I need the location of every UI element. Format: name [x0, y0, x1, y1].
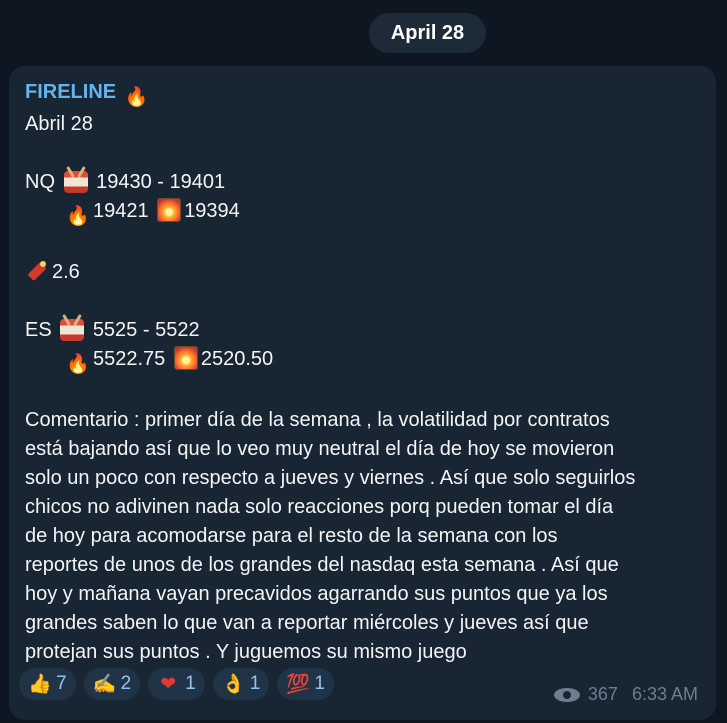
comment-line: de hoy para acomodarse para el resto de … — [25, 525, 558, 547]
es-fire-value: 5522.75 — [93, 348, 166, 370]
comment-line: chicos no adivinen nada solo reacciones … — [25, 496, 614, 518]
reaction-ok-hand[interactable]: 👌 1 — [212, 668, 270, 700]
nq-levels-line: 🔥 19421 19394 — [25, 197, 705, 229]
comment-line: está bajando así que lo veo muy neutral … — [25, 438, 615, 460]
thumbs-up-icon: 👍 — [28, 673, 52, 695]
view-count: 367 — [587, 684, 618, 704]
reaction-hundred[interactable]: 💯 1 — [277, 668, 334, 700]
es-label: ES — [25, 319, 52, 341]
reaction-thumbs-up[interactable]: 👍 7 — [19, 668, 76, 700]
es-burst-value: 2520.50 — [200, 348, 274, 370]
reaction-writing-hand[interactable]: ✍ 2 — [83, 668, 141, 700]
drum-icon — [63, 171, 88, 193]
comment-line: protejan sus puntos . Y juguemos su mism… — [25, 641, 467, 663]
nq-label: NQ — [25, 171, 55, 193]
comment-line: solo un poco con respecto a jueves y vie… — [25, 467, 636, 489]
fire-icon: 🔥 — [66, 206, 90, 227]
comment-line: grandes saben lo que van a reportar miér… — [25, 612, 589, 634]
message-time: 6:33 AM — [631, 684, 698, 704]
heart-icon: ❤ — [160, 673, 177, 695]
drum-icon — [60, 319, 85, 341]
dynamite-value: 2.6 — [52, 261, 80, 283]
message-text: FIRELINE 🔥 Abril 28 NQ 19430 - 19401 🔥 19… — [25, 78, 705, 667]
ok-hand-icon: 👌 — [221, 673, 246, 695]
eye-icon — [553, 687, 580, 703]
firecracker-icon — [25, 259, 49, 283]
fire-icon: 🔥 — [124, 87, 149, 108]
comment-line: reportes de unos de los grandes del nasd… — [25, 554, 619, 576]
comment-line: Comentario : primer día de la semana , l… — [25, 409, 610, 431]
reactions-bar: 👍 7 ✍ 2 ❤ 1 👌 1 💯 1 — [19, 668, 334, 700]
reaction-count: 2 — [120, 673, 132, 694]
nq-range: 19430 - 19401 — [96, 171, 226, 193]
sunset-burst-icon — [173, 346, 198, 370]
message-meta: 367 6:33 AM — [553, 684, 698, 705]
nq-range-line: NQ 19430 - 19401 — [25, 168, 705, 197]
fire-icon: 🔥 — [66, 354, 90, 375]
reaction-count: 1 — [185, 673, 196, 694]
dynamite-line: 2.6 — [25, 258, 705, 287]
nq-burst-value: 19394 — [184, 200, 240, 222]
message-bubble[interactable]: FIRELINE 🔥 Abril 28 NQ 19430 - 19401 🔥 19… — [9, 66, 716, 720]
sender-name[interactable]: FIRELINE — [25, 81, 116, 103]
es-range: 5525 - 5522 — [92, 319, 200, 341]
nq-fire-value: 19421 — [93, 200, 149, 222]
hundred-points-icon: 💯 — [286, 673, 310, 695]
reaction-count: 7 — [56, 673, 67, 694]
comment-line: hoy y mañana vayan precavidos agarrando … — [25, 583, 608, 605]
reaction-heart[interactable]: ❤ 1 — [148, 668, 205, 700]
date-line: Abril 28 — [25, 113, 93, 135]
date-separator-pill: April 28 — [369, 13, 486, 53]
es-range-line: ES 5525 - 5522 — [25, 316, 705, 345]
reaction-count: 1 — [314, 673, 325, 694]
sunset-burst-icon — [157, 198, 182, 222]
reaction-count: 1 — [249, 673, 261, 694]
writing-hand-icon: ✍ — [92, 673, 117, 695]
es-levels-line: 🔥 5522.75 2520.50 — [25, 345, 705, 377]
